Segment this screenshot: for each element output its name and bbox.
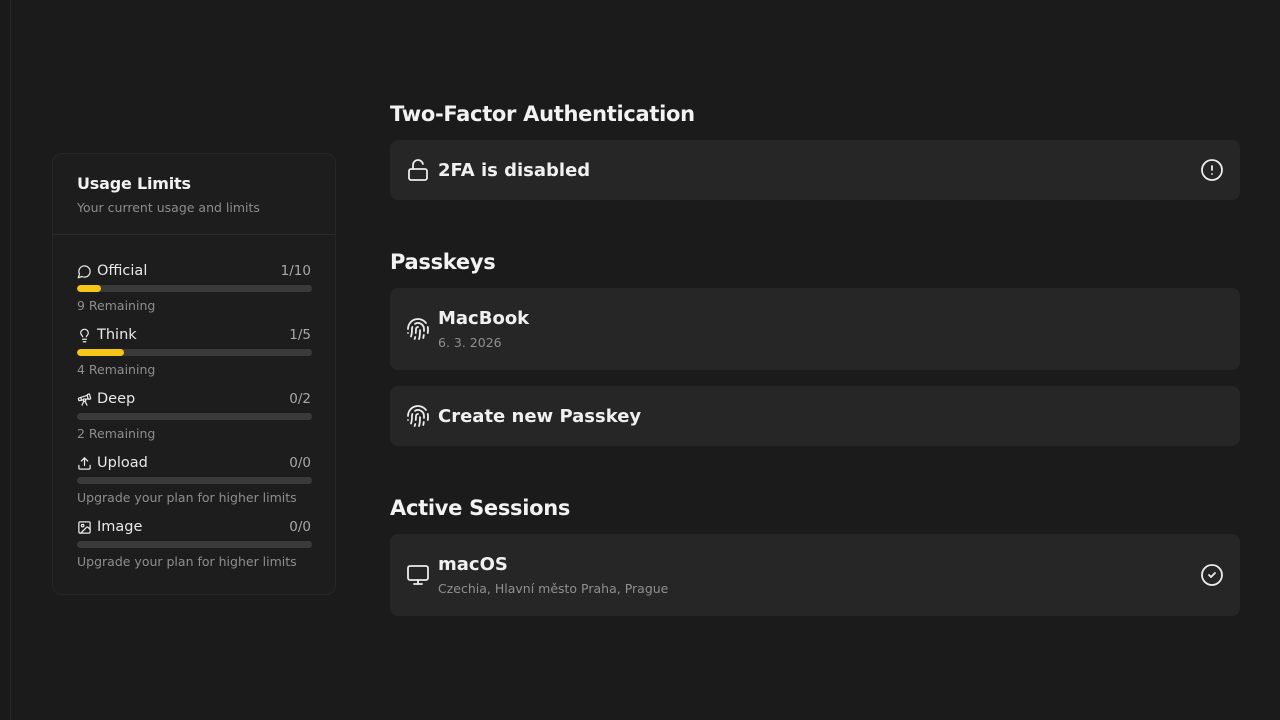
fingerprint-icon <box>406 317 430 341</box>
usage-limits-header: Usage Limits Your current usage and limi… <box>53 154 335 235</box>
usage-note-deep: 2 Remaining <box>77 426 156 441</box>
telescope-icon <box>77 392 92 406</box>
usage-item-think: Think 1/5 4 Remaining <box>77 325 312 389</box>
passkey-date: 6. 3. 2026 <box>438 335 502 350</box>
check-circle-icon <box>1200 563 1224 587</box>
usage-limits-card: Usage Limits Your current usage and limi… <box>52 153 336 595</box>
session-os: macOS <box>438 554 508 575</box>
session-item-macos[interactable]: macOS Czechia, Hlavní město Praha, Pragu… <box>390 534 1240 616</box>
fingerprint-icon <box>406 404 430 428</box>
two-factor-panel[interactable]: 2FA is disabled <box>390 140 1240 200</box>
usage-bar-official <box>77 285 312 292</box>
usage-limits-title: Usage Limits <box>77 174 191 193</box>
usage-note-think: 4 Remaining <box>77 362 156 377</box>
usage-item-deep: Deep 0/2 2 Remaining <box>77 389 312 453</box>
settings-page: Usage Limits Your current usage and limi… <box>10 0 1280 720</box>
two-factor-status: 2FA is disabled <box>438 159 591 181</box>
usage-label-deep: Deep <box>97 391 136 407</box>
chat-bubble-icon <box>77 264 91 278</box>
usage-note-official: 9 Remaining <box>77 298 156 313</box>
usage-bar-image <box>77 541 312 548</box>
monitor-icon <box>406 563 430 587</box>
upload-icon <box>78 456 91 470</box>
usage-item-image: Image 0/0 Upgrade your plan for higher l… <box>77 517 312 581</box>
usage-limits-subtitle: Your current usage and limits <box>77 200 260 215</box>
session-location: Czechia, Hlavní město Praha, Prague <box>438 581 669 596</box>
image-icon <box>78 520 91 534</box>
usage-bar-deep <box>77 413 312 420</box>
create-passkey-label: Create new Passkey <box>438 405 642 427</box>
passkeys-title: Passkeys <box>390 250 496 274</box>
two-factor-title: Two-Factor Authentication <box>390 102 695 126</box>
usage-item-upload: Upload 0/0 Upgrade your plan for higher … <box>77 453 312 517</box>
usage-label-image: Image <box>97 519 143 535</box>
usage-list: Official 1/10 9 Remaining Think 1/5 4 Re… <box>53 235 335 581</box>
usage-note-upload: Upgrade your plan for higher limits <box>77 490 297 505</box>
usage-item-official: Official 1/10 9 Remaining <box>77 261 312 325</box>
usage-label-official: Official <box>97 263 148 279</box>
usage-label-upload: Upload <box>97 455 148 471</box>
create-passkey-button[interactable]: Create new Passkey <box>390 386 1240 446</box>
passkey-name: MacBook <box>438 308 530 329</box>
usage-count-image: 0/0 <box>289 519 311 535</box>
active-sessions-title: Active Sessions <box>390 496 571 520</box>
usage-count-official: 1/10 <box>280 263 311 279</box>
usage-count-upload: 0/0 <box>289 455 311 471</box>
usage-count-think: 1/5 <box>289 327 311 343</box>
passkey-item-macbook[interactable]: MacBook 6. 3. 2026 <box>390 288 1240 370</box>
usage-bar-think <box>77 349 312 356</box>
unlocked-padlock-icon <box>406 158 430 182</box>
usage-note-image: Upgrade your plan for higher limits <box>77 554 297 569</box>
usage-bar-upload <box>77 477 312 484</box>
alert-circle-icon <box>1200 158 1224 182</box>
lightbulb-icon <box>80 328 89 342</box>
usage-count-deep: 0/2 <box>289 391 311 407</box>
usage-label-think: Think <box>97 327 137 343</box>
